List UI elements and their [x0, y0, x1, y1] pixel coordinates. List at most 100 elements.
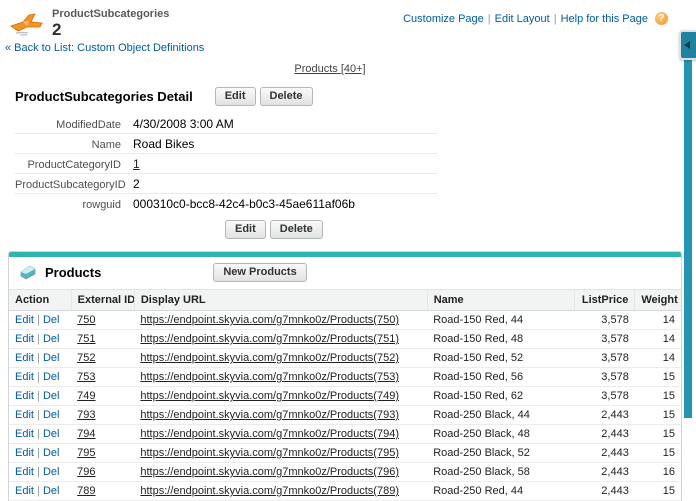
- action-cell: Edit | Del: [9, 406, 71, 425]
- row-edit-link[interactable]: Edit: [15, 352, 34, 364]
- related-list-icon: [19, 265, 37, 280]
- row-edit-link[interactable]: Edit: [15, 447, 34, 459]
- external-id-link[interactable]: 793: [77, 409, 95, 421]
- separator: |: [37, 428, 40, 440]
- weight-cell: 14: [635, 349, 681, 368]
- column-header-name: Name: [427, 290, 574, 311]
- row-del-link[interactable]: Del: [43, 314, 60, 326]
- row-edit-link[interactable]: Edit: [15, 409, 34, 421]
- row-edit-link[interactable]: Edit: [15, 333, 34, 345]
- object-type-label: ProductSubcategories: [52, 8, 169, 20]
- sidebar-collapse-arrow-icon: [684, 41, 690, 49]
- external-id-link[interactable]: 751: [77, 333, 95, 345]
- weight-cell: 15: [635, 482, 681, 501]
- product-name-cell: Road-150 Red, 56: [427, 368, 574, 387]
- new-products-button[interactable]: New Products: [213, 263, 306, 282]
- external-id-link[interactable]: 795: [77, 447, 95, 459]
- display-url-link[interactable]: https://endpoint.skyvia.com/g7mnko0z/Pro…: [140, 390, 399, 402]
- display-url-link[interactable]: https://endpoint.skyvia.com/g7mnko0z/Pro…: [140, 352, 399, 364]
- sidebar-collapse-strip[interactable]: [684, 58, 692, 418]
- sidebar-collapse-tab[interactable]: [679, 30, 696, 60]
- separator: |: [37, 352, 40, 364]
- external-id-link[interactable]: 789: [77, 485, 95, 497]
- display-url-link[interactable]: https://endpoint.skyvia.com/g7mnko0z/Pro…: [140, 314, 399, 326]
- separator: |: [37, 485, 40, 497]
- display-url-link[interactable]: https://endpoint.skyvia.com/g7mnko0z/Pro…: [140, 428, 399, 440]
- row-del-link[interactable]: Del: [43, 428, 60, 440]
- separator: |: [37, 447, 40, 459]
- detail-field-row: ProductSubcategoryID2: [15, 174, 437, 194]
- field-label: rowguid: [15, 199, 133, 211]
- display-url-link[interactable]: https://endpoint.skyvia.com/g7mnko0z/Pro…: [140, 371, 399, 383]
- page-header: ProductSubcategories 2 Customize Page | …: [0, 0, 696, 39]
- row-del-link[interactable]: Del: [43, 371, 60, 383]
- products-quick-link[interactable]: Products [40+]: [294, 63, 365, 75]
- row-edit-link[interactable]: Edit: [15, 485, 34, 497]
- listprice-cell: 3,578: [575, 330, 635, 349]
- external-id-link[interactable]: 749: [77, 390, 95, 402]
- table-row: Edit | Del 750 https://endpoint.skyvia.c…: [9, 311, 681, 330]
- listprice-cell: 3,578: [575, 311, 635, 330]
- listprice-cell: 3,578: [575, 349, 635, 368]
- delete-button[interactable]: Delete: [260, 87, 313, 106]
- customize-page-link[interactable]: Customize Page: [403, 13, 484, 25]
- row-del-link[interactable]: Del: [43, 352, 60, 364]
- field-value: 4/30/2008 3:00 AM: [133, 117, 234, 131]
- product-name-cell: Road-250 Black, 44: [427, 406, 574, 425]
- edit-button-bottom[interactable]: Edit: [225, 220, 266, 239]
- edit-layout-link[interactable]: Edit Layout: [495, 13, 550, 25]
- page-title: 2: [52, 20, 169, 39]
- product-name-cell: Road-250 Black, 58: [427, 463, 574, 482]
- column-header-external-id: External ID: [71, 290, 134, 311]
- field-label: Name: [15, 139, 133, 151]
- display-url-link[interactable]: https://endpoint.skyvia.com/g7mnko0z/Pro…: [140, 333, 399, 345]
- row-del-link[interactable]: Del: [43, 447, 60, 459]
- separator: |: [37, 409, 40, 421]
- row-edit-link[interactable]: Edit: [15, 314, 34, 326]
- row-del-link[interactable]: Del: [43, 409, 60, 421]
- row-del-link[interactable]: Del: [43, 466, 60, 478]
- display-url-link[interactable]: https://endpoint.skyvia.com/g7mnko0z/Pro…: [140, 409, 399, 421]
- listprice-cell: 2,443: [575, 482, 635, 501]
- listprice-cell: 2,443: [575, 406, 635, 425]
- column-header-display-url: Display URL: [134, 290, 427, 311]
- separator: |: [37, 371, 40, 383]
- external-id-link[interactable]: 796: [77, 466, 95, 478]
- product-name-cell: Road-250 Black, 52: [427, 444, 574, 463]
- external-id-link[interactable]: 753: [77, 371, 95, 383]
- external-id-link[interactable]: 750: [77, 314, 95, 326]
- product-name-cell: Road-150 Red, 52: [427, 349, 574, 368]
- display-url-link[interactable]: https://endpoint.skyvia.com/g7mnko0z/Pro…: [140, 466, 399, 478]
- help-icon[interactable]: ?: [655, 12, 668, 25]
- field-value-link[interactable]: 1: [133, 157, 140, 171]
- field-value: 2: [133, 177, 140, 191]
- row-del-link[interactable]: Del: [43, 333, 60, 345]
- separator: |: [37, 466, 40, 478]
- external-id-link[interactable]: 794: [77, 428, 95, 440]
- detail-field-row: ModifiedDate4/30/2008 3:00 AM: [15, 114, 437, 134]
- action-cell: Edit | Del: [9, 311, 71, 330]
- detail-title: ProductSubcategories Detail: [15, 89, 193, 104]
- row-edit-link[interactable]: Edit: [15, 466, 34, 478]
- row-edit-link[interactable]: Edit: [15, 390, 34, 402]
- delete-button-bottom[interactable]: Delete: [270, 220, 323, 239]
- row-del-link[interactable]: Del: [43, 485, 60, 497]
- back-to-list-link[interactable]: « Back to List: Custom Object Definition…: [5, 42, 204, 54]
- row-edit-link[interactable]: Edit: [15, 428, 34, 440]
- table-row: Edit | Del 789 https://endpoint.skyvia.c…: [9, 482, 681, 501]
- edit-button[interactable]: Edit: [215, 87, 256, 106]
- detail-fields: ModifiedDate4/30/2008 3:00 AMNameRoad Bi…: [15, 114, 437, 213]
- display-url-link[interactable]: https://endpoint.skyvia.com/g7mnko0z/Pro…: [140, 485, 399, 497]
- help-for-page-link[interactable]: Help for this Page: [561, 13, 648, 25]
- product-name-cell: Road-150 Red, 44: [427, 311, 574, 330]
- custom-object-icon: [10, 11, 44, 39]
- row-del-link[interactable]: Del: [43, 390, 60, 402]
- listprice-cell: 2,443: [575, 444, 635, 463]
- detail-field-row: ProductCategoryID1: [15, 154, 437, 174]
- table-row: Edit | Del 795 https://endpoint.skyvia.c…: [9, 444, 681, 463]
- action-cell: Edit | Del: [9, 330, 71, 349]
- display-url-link[interactable]: https://endpoint.skyvia.com/g7mnko0z/Pro…: [140, 447, 399, 459]
- record-detail-section: ProductSubcategories Detail Edit Delete …: [0, 87, 696, 239]
- row-edit-link[interactable]: Edit: [15, 371, 34, 383]
- external-id-link[interactable]: 752: [77, 352, 95, 364]
